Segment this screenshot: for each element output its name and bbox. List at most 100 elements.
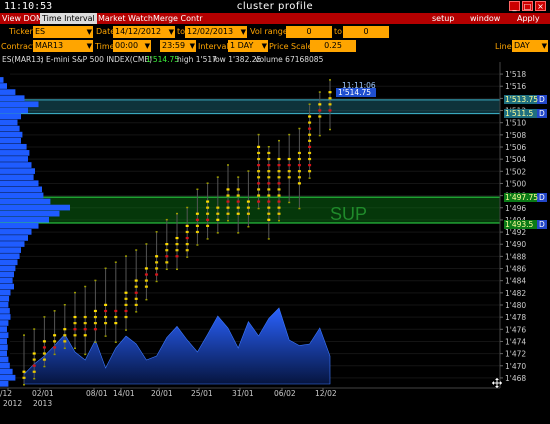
price-tick-label: 1'506 [505,143,526,152]
profile-bar [0,320,9,326]
support-top-marker: D [539,193,545,202]
cluster-cell [175,249,179,252]
cluster-cell [297,157,301,161]
interval-select[interactable]: 1 DAY ▼ [228,40,268,52]
profile-bar [0,150,30,156]
profile-bar [0,89,16,95]
cluster-cell [308,145,312,148]
cluster-cell [278,139,280,142]
info-last-price: 1'514.75 [146,55,179,64]
window-title: cluster profile [236,1,314,12]
cluster-cell [23,334,25,336]
cluster-cell [297,176,301,179]
chevron-down-icon: ▼ [86,42,92,50]
cluster-cell [83,328,87,331]
date-to-label: to [177,27,186,36]
cluster-cell [267,170,271,173]
vol-to-field[interactable]: 0 [343,26,389,38]
cluster-cell [134,297,138,300]
cluster-cell [246,206,250,209]
profile-bar [0,156,28,162]
cluster-cell [267,157,271,161]
profile-bar [0,326,7,332]
price-scale-field[interactable]: 0.25 [310,40,356,52]
apply-button[interactable]: Apply [515,13,542,24]
profile-bar [0,368,13,375]
price-tick-label: 1'504 [505,155,526,164]
contract-select[interactable]: MAR13 ▼ [33,40,93,52]
line-select[interactable]: DAY ▼ [512,40,548,52]
cluster-cell [32,364,36,367]
menu-window[interactable]: window [468,13,502,24]
contract-label: Contract [1,42,36,51]
profile-bar [0,77,4,83]
resistance-top-tag: 1'513.75 D [504,95,547,104]
cluster-cell [175,255,179,258]
cluster-cell [196,244,199,246]
cluster-cell [135,311,138,313]
vol-from-field[interactable]: 0 [286,26,332,38]
profile-bar [0,101,39,108]
cluster-cell [144,279,148,282]
time-to-field[interactable]: 23:59 ▼ [160,40,196,52]
cluster-cell [33,328,36,330]
cluster-cell [277,164,281,167]
cluster-cell [236,212,240,215]
cluster-cell [23,384,25,386]
profile-bar [0,283,14,290]
cluster-cell [53,334,57,337]
cluster-cell [206,212,210,215]
cluster-cell [257,182,261,185]
cluster-cell [267,238,270,240]
cluster-cell [308,133,312,136]
date-to-field[interactable]: 12/02/2013 ▼ [185,26,247,38]
menu-market-watch[interactable]: Market Watch [96,13,155,24]
cluster-cell [42,340,46,343]
cluster-cell [257,145,261,148]
profile-bar [0,216,49,223]
date-from-value: 14/12/2012 [115,27,162,36]
cluster-cell [257,188,261,191]
cluster-chart[interactable]: 1'5181'5161'5141'5121'5101'5081'5061'504… [0,54,550,421]
cluster-cell [83,315,87,319]
cluster-cell [155,280,158,283]
profile-bar [0,131,23,138]
date-tick-label: 12/02 [315,389,337,398]
cluster-cell [84,353,87,356]
cluster-cell [73,322,77,325]
profile-bar [0,204,70,211]
cluster-cell [277,194,281,197]
ticker-select[interactable]: ES ▼ [33,26,93,38]
profile-bar [0,332,9,339]
menu-time-interval[interactable]: Time Interval [40,13,97,24]
cluster-cell [63,347,66,350]
menu-setup[interactable]: setup [430,13,456,24]
menu-view-dom[interactable]: View DOM [0,13,45,24]
price-tick-label: 1'518 [505,70,526,79]
time-from-field[interactable]: 00:00 ▼ [113,40,151,52]
cluster-cell [206,200,210,203]
profile-bar [0,295,10,302]
maximize-button[interactable]: □ [522,1,533,11]
cluster-cell [32,370,36,373]
info-volume: volume 67168085 [255,55,324,64]
chevron-down-icon: ▼ [144,42,150,50]
cluster-cell [83,322,87,325]
resistance-zone [0,99,500,114]
cluster-cell [257,176,261,179]
cluster-cell [195,212,199,215]
cluster-cell [22,370,26,373]
chart-canvas[interactable]: 1'5181'5161'5141'5121'5101'5081'5061'504… [0,54,550,421]
minimize-button[interactable]: _ [509,1,520,11]
date-tick-label: /12 [0,389,12,398]
cluster-cell [185,224,189,227]
cluster-cell [114,309,118,313]
close-button[interactable]: × [535,1,546,11]
profile-bar [0,350,7,357]
cluster-cell [277,212,281,215]
date-from-field[interactable]: 14/12/2012 ▼ [113,26,175,38]
cluster-cell [328,97,332,100]
menu-merge-contr[interactable]: Merge Contr [151,13,205,24]
cluster-cell [257,151,261,155]
cluster-cell [257,207,260,210]
